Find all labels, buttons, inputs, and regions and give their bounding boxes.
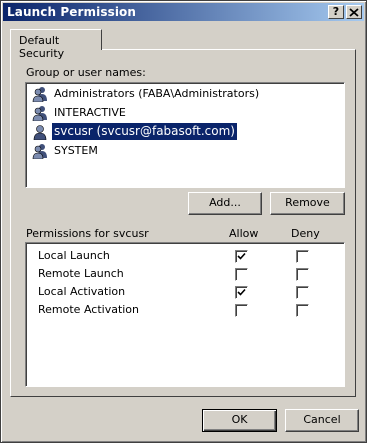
local-activation-allow-checkbox[interactable] xyxy=(235,286,248,299)
list-item-label: svcusr (svcusr@fabasoft.com) xyxy=(52,123,237,140)
dialog-window: Launch Permission ? Default Security Gro… xyxy=(0,0,367,443)
remove-button[interactable]: Remove xyxy=(270,192,345,215)
permission-row: Remote Launch xyxy=(38,265,124,283)
permission-name: Local Activation xyxy=(38,285,126,298)
local-launch-allow-checkbox[interactable] xyxy=(235,250,248,263)
users-group-icon xyxy=(32,144,47,159)
tab-label: Default Security xyxy=(19,34,65,60)
close-icon xyxy=(349,8,359,17)
local-activation-deny-checkbox[interactable] xyxy=(296,286,309,299)
remote-launch-deny-checkbox[interactable] xyxy=(296,268,309,281)
close-button[interactable] xyxy=(346,5,362,19)
permission-name: Remote Activation xyxy=(38,303,140,316)
permission-name: Remote Launch xyxy=(38,267,124,280)
tab-panel: Group or user names: Administrators (FAB… xyxy=(10,49,356,397)
list-item-label: SYSTEM xyxy=(54,144,98,157)
users-group-icon xyxy=(32,106,47,121)
list-item-label: Administrators (FABA\Administrators) xyxy=(54,87,260,100)
add-button[interactable]: Add... xyxy=(188,192,262,215)
groups-listbox[interactable]: Administrators (FABA\Administrators) INT… xyxy=(25,82,345,188)
ok-button[interactable]: OK xyxy=(202,409,277,432)
title-bar[interactable]: Launch Permission ? xyxy=(3,3,364,21)
permissions-list: Local Launch Remote Launch Local Activat… xyxy=(25,242,345,387)
cancel-button[interactable]: Cancel xyxy=(285,409,359,432)
local-launch-deny-checkbox[interactable] xyxy=(296,250,309,263)
user-icon xyxy=(33,125,47,140)
permission-row: Local Activation xyxy=(38,283,125,301)
permission-row: Remote Activation xyxy=(38,301,139,319)
permission-name: Local Launch xyxy=(38,249,110,262)
checkmark-icon xyxy=(237,288,246,296)
permission-row: Local Launch xyxy=(38,247,110,265)
checkmark-icon xyxy=(237,252,246,260)
window-title: Launch Permission xyxy=(7,5,137,19)
remote-launch-allow-checkbox[interactable] xyxy=(235,268,248,281)
permissions-label: Permissions for svcusr xyxy=(26,227,149,240)
deny-header: Deny xyxy=(291,227,320,240)
users-group-icon xyxy=(32,87,47,102)
remote-activation-deny-checkbox[interactable] xyxy=(296,304,309,317)
tab-default-security[interactable]: Default Security xyxy=(10,29,102,60)
remote-activation-allow-checkbox[interactable] xyxy=(235,304,248,317)
help-button[interactable]: ? xyxy=(328,5,344,19)
list-item-label: INTERACTIVE xyxy=(54,106,126,119)
allow-header: Allow xyxy=(229,227,259,240)
groups-label: Group or user names: xyxy=(26,66,146,79)
